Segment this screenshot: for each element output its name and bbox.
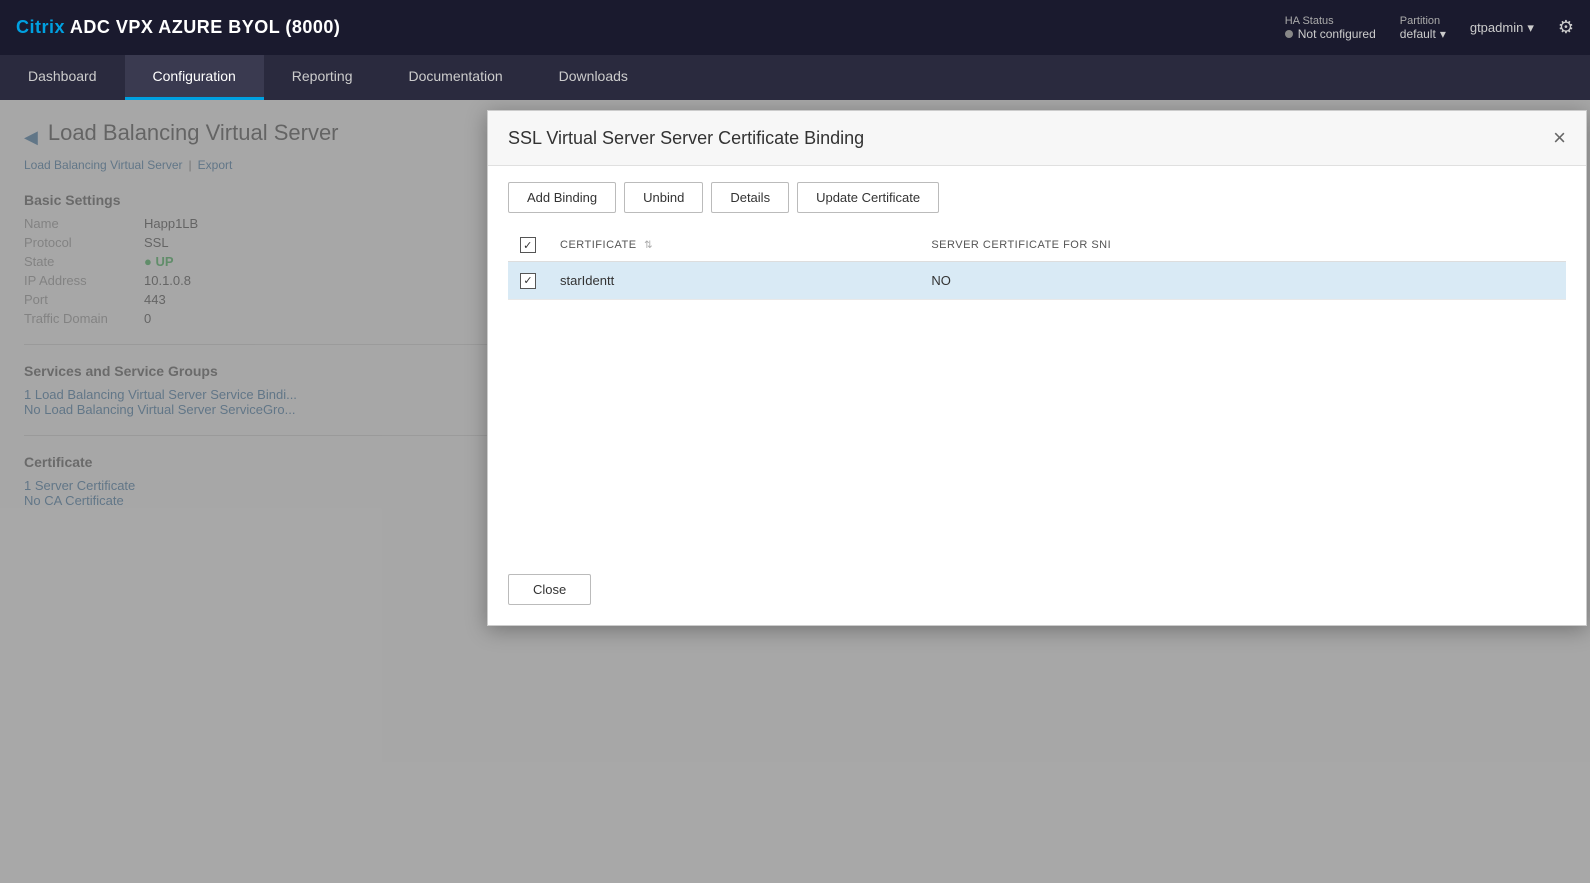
navbar: Dashboard Configuration Reporting Docume… bbox=[0, 55, 1590, 100]
select-all-checkbox[interactable] bbox=[520, 237, 536, 253]
user-chevron-icon: ▾ bbox=[1527, 20, 1534, 36]
modal-title: SSL Virtual Server Server Certificate Bi… bbox=[508, 128, 864, 149]
close-button[interactable]: Close bbox=[508, 574, 591, 605]
row-checkbox-cell bbox=[508, 262, 548, 300]
modal-toolbar: Add Binding Unbind Details Update Certif… bbox=[508, 182, 1566, 213]
col-certificate: CERTIFICATE ⇅ bbox=[548, 229, 919, 262]
modal-footer: Close bbox=[488, 566, 1586, 625]
table-body: starIdentt NO bbox=[508, 262, 1566, 300]
row-checkbox[interactable] bbox=[520, 273, 536, 289]
col-certificate-label: CERTIFICATE bbox=[560, 239, 637, 251]
details-button[interactable]: Details bbox=[711, 182, 789, 213]
ssl-binding-modal: SSL Virtual Server Server Certificate Bi… bbox=[487, 110, 1587, 626]
tab-configuration-label: Configuration bbox=[153, 68, 236, 84]
tab-dashboard-label: Dashboard bbox=[28, 68, 97, 84]
col-sni: SERVER CERTIFICATE FOR SNI bbox=[919, 229, 1566, 262]
brand-text: Citrix ADC VPX AZURE BYOL (8000) bbox=[16, 17, 340, 38]
tab-downloads[interactable]: Downloads bbox=[531, 55, 656, 100]
ha-status-text: Not configured bbox=[1298, 27, 1376, 41]
tab-documentation-label: Documentation bbox=[408, 68, 502, 84]
row-certificate-value: starIdentt bbox=[548, 262, 919, 300]
chevron-down-icon: ▾ bbox=[1440, 27, 1446, 41]
tab-reporting-label: Reporting bbox=[292, 68, 353, 84]
unbind-button[interactable]: Unbind bbox=[624, 182, 703, 213]
citrix-label: Citrix bbox=[16, 17, 65, 37]
partition-label: Partition bbox=[1400, 15, 1440, 27]
tab-documentation[interactable]: Documentation bbox=[380, 55, 530, 100]
col-sni-label: SERVER CERTIFICATE FOR SNI bbox=[931, 239, 1111, 251]
topbar: Citrix ADC VPX AZURE BYOL (8000) HA Stat… bbox=[0, 0, 1590, 55]
tab-downloads-label: Downloads bbox=[559, 68, 628, 84]
topbar-right-area: HA Status Not configured Partition defau… bbox=[1285, 15, 1574, 41]
certificate-table: CERTIFICATE ⇅ SERVER CERTIFICATE FOR SNI bbox=[508, 229, 1566, 300]
partition-value: default ▾ bbox=[1400, 27, 1446, 41]
product-name: ADC VPX AZURE BYOL (8000) bbox=[70, 17, 341, 37]
header-checkbox-col bbox=[508, 229, 548, 262]
table-row[interactable]: starIdentt NO bbox=[508, 262, 1566, 300]
row-sni-value: NO bbox=[919, 262, 1566, 300]
sort-icon: ⇅ bbox=[644, 240, 653, 251]
add-binding-button[interactable]: Add Binding bbox=[508, 182, 616, 213]
topbar-brand-area: Citrix ADC VPX AZURE BYOL (8000) bbox=[16, 17, 340, 38]
ha-status-label: HA Status bbox=[1285, 15, 1334, 27]
settings-button[interactable]: ⚙ bbox=[1558, 17, 1574, 38]
username-label: gtpadmin bbox=[1470, 20, 1523, 35]
ha-status: HA Status Not configured bbox=[1285, 15, 1376, 41]
partition-name: default bbox=[1400, 27, 1436, 41]
main-area: ◀ Load Balancing Virtual Server Load Bal… bbox=[0, 100, 1590, 883]
partition-area[interactable]: Partition default ▾ bbox=[1400, 15, 1446, 41]
tab-dashboard[interactable]: Dashboard bbox=[0, 55, 125, 100]
modal-close-button[interactable]: × bbox=[1553, 127, 1566, 149]
ha-dot-icon bbox=[1285, 30, 1293, 38]
user-menu[interactable]: gtpadmin ▾ bbox=[1470, 20, 1534, 36]
table-header: CERTIFICATE ⇅ SERVER CERTIFICATE FOR SNI bbox=[508, 229, 1566, 262]
tab-configuration[interactable]: Configuration bbox=[125, 55, 264, 100]
ha-status-value: Not configured bbox=[1285, 27, 1376, 41]
tab-reporting[interactable]: Reporting bbox=[264, 55, 381, 100]
modal-body: Add Binding Unbind Details Update Certif… bbox=[488, 166, 1586, 566]
modal-header: SSL Virtual Server Server Certificate Bi… bbox=[488, 111, 1586, 166]
update-certificate-button[interactable]: Update Certificate bbox=[797, 182, 939, 213]
